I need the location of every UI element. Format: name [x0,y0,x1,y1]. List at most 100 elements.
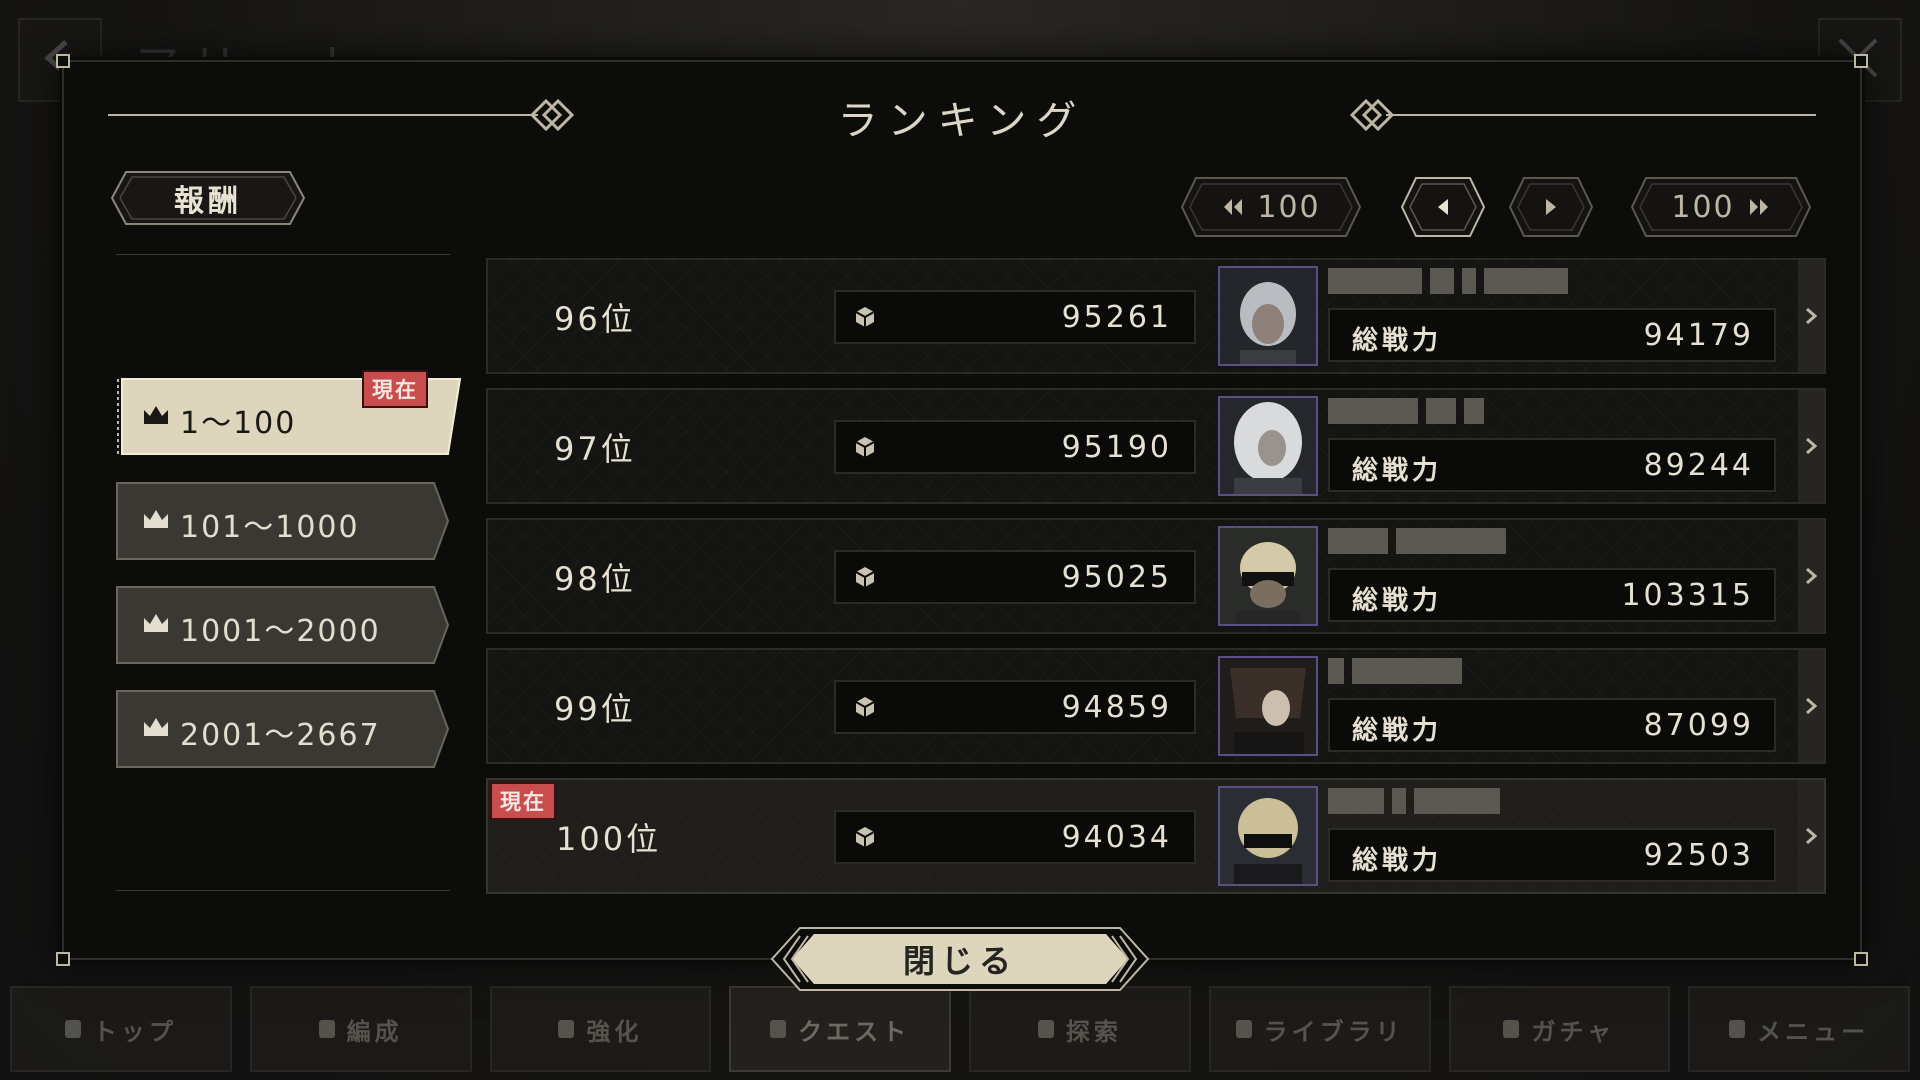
tier-list-divider [116,890,450,891]
ranking-modal: ランキング 報酬 100 100 1～100 現在 101～1000 1001～… [56,54,1868,966]
current-badge: 現在 [490,782,556,820]
nav-quest: クエスト [729,986,951,1072]
avatar-portrait [1220,398,1316,494]
tier-tab-2001-2667[interactable]: 2001～2667 [116,690,450,768]
rank-label: 99位 [554,690,636,728]
cube-icon [855,437,875,457]
nav-label: 探索 [1065,1017,1122,1046]
power-value: 92503 [1643,838,1754,873]
nav-label: ライブラリ [1263,1017,1404,1046]
power-value: 103315 [1621,578,1754,613]
formation-icon [318,1020,335,1038]
player-avatar[interactable] [1218,786,1318,886]
crown-icon [144,718,168,736]
nav-label: 編成 [346,1017,403,1046]
nav-label: クエスト [798,1017,911,1046]
library-icon [1235,1020,1252,1038]
avatar-portrait [1220,528,1316,624]
ranking-row[interactable]: 96位 95261 総戦力 94179 [486,258,1826,374]
enhance-icon [558,1020,575,1038]
nav-gacha: ガチャ [1448,986,1671,1072]
row-detail-button[interactable] [1798,390,1824,502]
avatar-portrait [1220,788,1316,884]
row-detail-button[interactable] [1798,520,1824,632]
score-value: 94859 [1061,690,1172,725]
power-value: 94179 [1643,318,1754,353]
cube-icon [855,307,875,327]
page-forward-100-label: 100 [1671,189,1735,225]
cube-icon [855,827,875,847]
corner-ornament [1854,952,1868,966]
bottom-nav: トップ 編成 強化 クエスト 探索 ライブラリ ガチャ メニュー [10,986,1910,1072]
row-detail-button[interactable] [1798,650,1824,762]
row-detail-button[interactable] [1798,780,1824,892]
tier-label: 2001～2667 [180,718,381,753]
rank-label: 97位 [554,430,636,468]
nav-label: 強化 [586,1017,643,1046]
score-box: 95190 [834,420,1196,474]
tier-label: 1001～2000 [180,614,381,649]
chevron-right-icon [1806,437,1817,455]
rank-label: 100位 [556,820,662,858]
player-avatar[interactable] [1218,656,1318,756]
ranking-row[interactable]: 99位 94859 総戦力 87099 [486,648,1826,764]
ranking-row-current-player[interactable]: 現在 100位 94034 総戦力 92503 [486,778,1826,894]
nav-label: メニュー [1757,1017,1870,1046]
rank-label: 96位 [554,300,636,338]
nav-top: トップ [10,986,232,1072]
ranking-row[interactable]: 98位 95025 総戦力 103315 [486,518,1826,634]
reward-button[interactable]: 報酬 [110,170,306,226]
tier-label: 101～1000 [180,510,360,545]
player-avatar[interactable] [1218,396,1318,496]
player-avatar[interactable] [1218,266,1318,366]
tier-tab-1-100[interactable]: 1～100 現在 [116,370,462,456]
power-value: 89244 [1643,448,1754,483]
chevron-right-icon [1806,827,1817,845]
current-badge: 現在 [362,370,428,408]
player-avatar[interactable] [1218,526,1318,626]
nav-enhance: 強化 [489,986,712,1072]
tier-tab-101-1000[interactable]: 101～1000 [116,482,450,560]
score-box: 94034 [834,810,1196,864]
score-box: 95025 [834,550,1196,604]
menu-icon [1729,1020,1746,1038]
score-box: 94859 [834,680,1196,734]
page-prev-button[interactable] [1400,176,1486,238]
crown-icon [144,510,168,528]
cube-icon [855,567,875,587]
player-name-blurred [1328,788,1508,820]
power-box: 総戦力 87099 [1328,698,1776,752]
nav-label: トップ [92,1017,177,1046]
ranking-row[interactable]: 97位 95190 総戦力 89244 [486,388,1826,504]
page-next-button[interactable] [1508,176,1594,238]
power-label: 総戦力 [1352,326,1443,356]
modal-title: ランキング [837,98,1087,144]
score-box: 95261 [834,290,1196,344]
nav-menu: メニュー [1688,986,1910,1072]
crown-icon [144,406,168,424]
player-name-blurred [1328,658,1470,690]
close-button[interactable]: 閉じる [770,926,1150,992]
chevron-right-icon [1806,697,1817,715]
double-chevron-left-icon [1224,199,1243,215]
chevron-right-icon [1546,199,1556,215]
tier-tab-1001-2000[interactable]: 1001～2000 [116,586,450,664]
page-back-100-button[interactable]: 100 [1180,176,1362,238]
page-forward-100-button[interactable]: 100 [1630,176,1812,238]
power-label: 総戦力 [1352,586,1443,616]
power-value: 87099 [1643,708,1754,743]
score-value: 95261 [1061,300,1172,335]
avatar-portrait [1220,658,1316,754]
player-name-blurred [1328,398,1492,430]
player-name-blurred [1328,268,1576,300]
score-value: 95190 [1061,430,1172,465]
power-label: 総戦力 [1352,716,1443,746]
tier-label: 1～100 [180,406,297,441]
avatar-portrait [1220,268,1316,364]
row-detail-button[interactable] [1798,260,1824,372]
gacha-icon [1503,1020,1520,1038]
player-name-blurred [1328,528,1514,560]
home-icon [64,1020,81,1038]
close-label: 閉じる [902,942,1017,980]
corner-ornament [56,952,70,966]
